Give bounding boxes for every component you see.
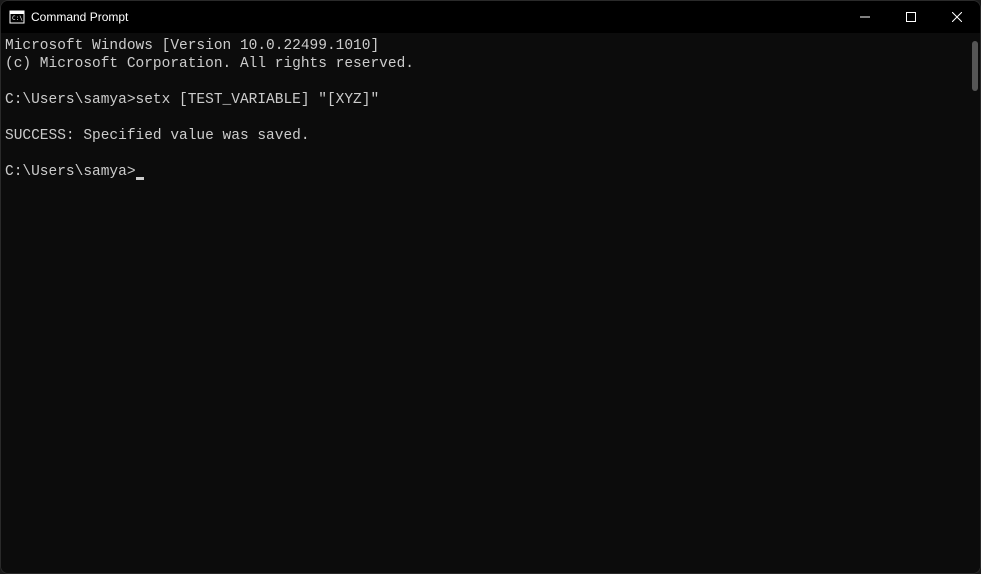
maximize-button[interactable]	[888, 1, 934, 33]
window-controls	[842, 1, 980, 33]
minimize-icon	[860, 12, 870, 22]
scrollbar-track[interactable]	[968, 37, 980, 573]
maximize-icon	[906, 12, 916, 22]
terminal-body[interactable]: Microsoft Windows [Version 10.0.22499.10…	[1, 33, 980, 573]
close-button[interactable]	[934, 1, 980, 33]
close-icon	[952, 12, 962, 22]
minimize-button[interactable]	[842, 1, 888, 33]
prompt-line: C:\Users\samya>	[5, 164, 136, 180]
output-line: SUCCESS: Specified value was saved.	[5, 128, 310, 144]
cursor	[136, 177, 144, 180]
titlebar[interactable]: C:\ Command Prompt	[1, 1, 980, 33]
output-line: C:\Users\samya>setx [TEST_VARIABLE] "[XY…	[5, 92, 379, 108]
cmd-icon: C:\	[9, 9, 25, 25]
output-line: Microsoft Windows [Version 10.0.22499.10…	[5, 38, 379, 54]
output-line: (c) Microsoft Corporation. All rights re…	[5, 56, 414, 72]
svg-text:C:\: C:\	[12, 15, 23, 22]
titlebar-left: C:\ Command Prompt	[9, 9, 128, 25]
terminal-output: Microsoft Windows [Version 10.0.22499.10…	[5, 37, 968, 181]
command-prompt-window: C:\ Command Prompt	[0, 0, 981, 574]
scrollbar-thumb[interactable]	[972, 41, 978, 91]
window-title: Command Prompt	[31, 10, 128, 24]
